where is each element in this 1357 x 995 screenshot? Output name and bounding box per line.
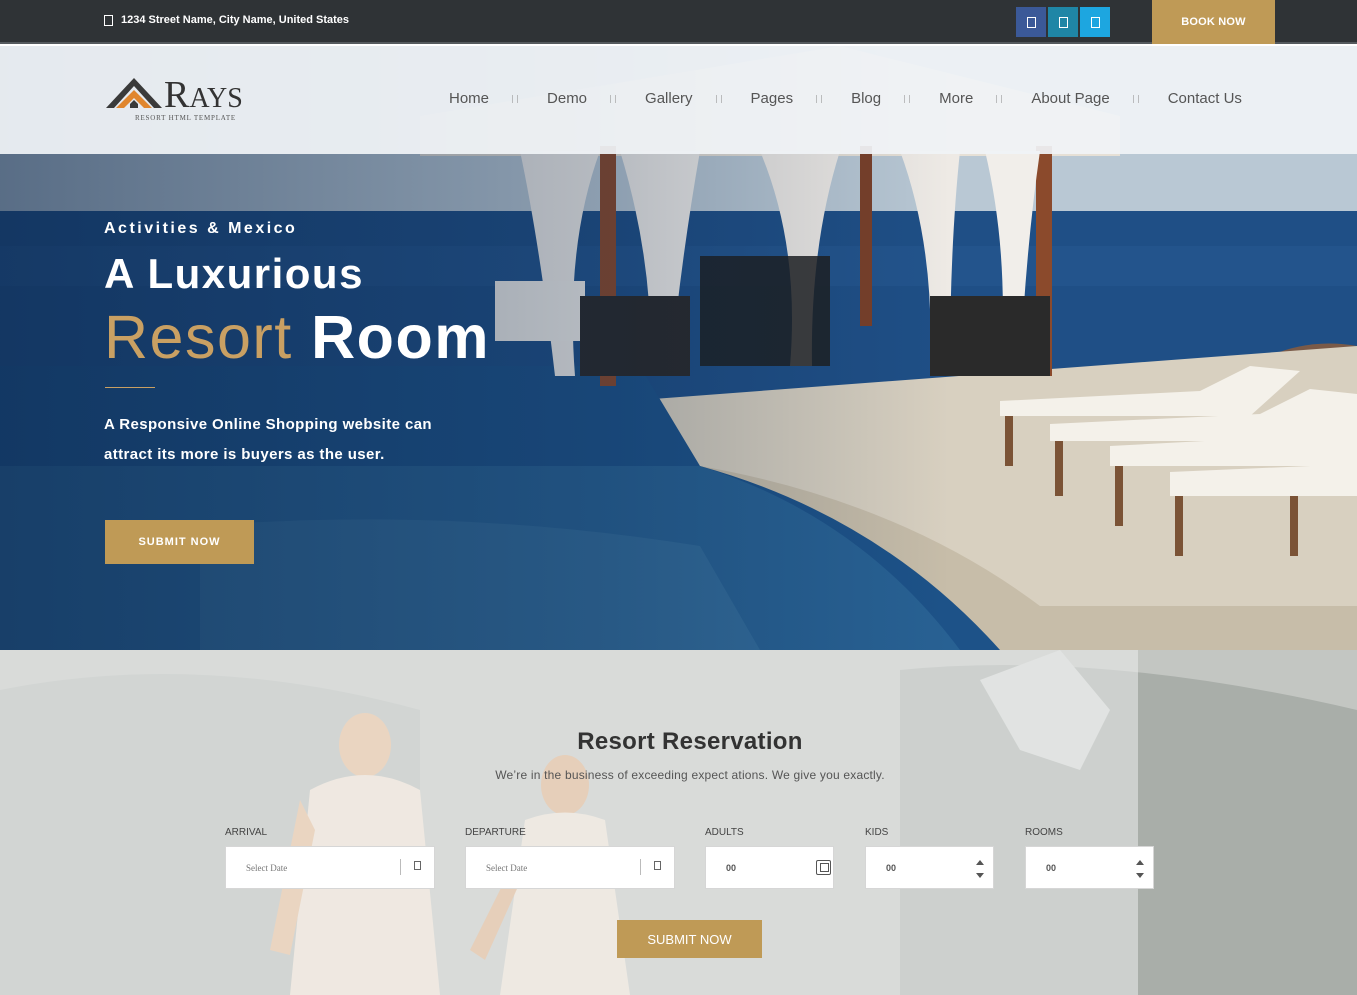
departure-placeholder: Select Date [486, 863, 528, 873]
logo-mountain-icon [106, 78, 162, 108]
rooms-value: 00 [1046, 863, 1057, 873]
reservation-overlay [0, 650, 1138, 995]
spinner-arrows-icon[interactable] [975, 860, 985, 878]
logo-initial: R [164, 74, 190, 116]
facebook-link[interactable] [1016, 7, 1046, 37]
arrival-date-input[interactable]: Select Date [225, 846, 435, 889]
departure-date-input[interactable]: Select Date [465, 846, 675, 889]
nav-item-about-page[interactable]: About Page [1031, 90, 1109, 107]
field-divider [640, 859, 641, 875]
twitter-icon [1090, 16, 1100, 28]
adults-value: 00 [726, 863, 737, 873]
linkedin-icon [1058, 16, 1068, 28]
reservation-submit-button[interactable]: SUBMIT NOW [617, 920, 762, 958]
social-links [1016, 7, 1110, 37]
kids-value: 00 [886, 863, 897, 873]
kids-label: KIDS [865, 827, 889, 838]
nav-item-blog[interactable]: Blog [851, 90, 881, 107]
logo-name: AYS [189, 83, 243, 114]
nav-separator [816, 94, 823, 103]
adults-stepper[interactable]: 00 [705, 846, 834, 889]
spinner-arrows-icon[interactable] [1135, 860, 1145, 878]
nav-separator [904, 94, 911, 103]
rooms-label: ROOMS [1025, 827, 1063, 838]
calendar-icon[interactable] [654, 861, 661, 870]
banner-submit-button[interactable]: SUBMIT NOW [105, 520, 254, 564]
site-logo[interactable]: RAYS RESORT HTML TEMPLATE [106, 74, 246, 124]
banner-title-white: Room [311, 303, 490, 371]
nav-separator [1132, 94, 1139, 103]
nav-separator [715, 94, 722, 103]
nav-separator [512, 94, 519, 103]
main-nav: Home Demo Gallery Pages Blog More About … [449, 90, 1242, 107]
arrival-placeholder: Select Date [246, 863, 288, 873]
nav-item-more[interactable]: More [939, 90, 973, 107]
banner-title-line2: Resort Room [104, 302, 490, 372]
book-now-button[interactable]: BOOK NOW [1152, 0, 1275, 44]
banner-description: A Responsive Online Shopping website can… [104, 416, 432, 463]
arrival-label: ARRIVAL [225, 827, 268, 838]
banner-subtitle: Activities & Mexico [104, 220, 298, 237]
banner-title-line1: A Luxurious [104, 250, 364, 297]
nav-item-gallery[interactable]: Gallery [645, 90, 693, 107]
logo-wordmark: RAYS [164, 76, 243, 118]
twitter-link[interactable] [1080, 7, 1110, 37]
linkedin-link[interactable] [1048, 7, 1078, 37]
nav-separator [610, 94, 617, 103]
departure-label: DEPARTURE [465, 827, 526, 838]
logo-tagline: RESORT HTML TEMPLATE [135, 114, 237, 122]
field-divider [400, 859, 401, 875]
kids-stepper[interactable]: 00 [865, 846, 994, 889]
reservation-title: Resort Reservation [577, 728, 803, 755]
rooms-stepper[interactable]: 00 [1025, 846, 1154, 889]
adults-label: ADULTS [705, 827, 744, 838]
calendar-icon[interactable] [414, 861, 421, 870]
site-header: RAYS RESORT HTML TEMPLATE Home Demo Gall… [0, 46, 1357, 154]
banner-divider [105, 387, 155, 388]
address-text: 1234 Street Name, City Name, United Stat… [121, 14, 350, 26]
reservation-subtitle: We’re in the business of exceeding expec… [495, 768, 885, 782]
nav-item-home[interactable]: Home [449, 90, 489, 107]
map-pin-icon [104, 14, 113, 26]
facebook-icon [1026, 16, 1036, 28]
address: 1234 Street Name, City Name, United Stat… [104, 14, 349, 26]
banner-title-gold: Resort [104, 303, 293, 371]
nav-item-contact-us[interactable]: Contact Us [1168, 90, 1242, 107]
nav-separator [996, 94, 1003, 103]
nav-item-pages[interactable]: Pages [751, 90, 794, 107]
number-spinner-icon[interactable] [816, 860, 831, 875]
top-bar: 1234 Street Name, City Name, United Stat… [0, 0, 1357, 44]
nav-item-demo[interactable]: Demo [547, 90, 587, 107]
